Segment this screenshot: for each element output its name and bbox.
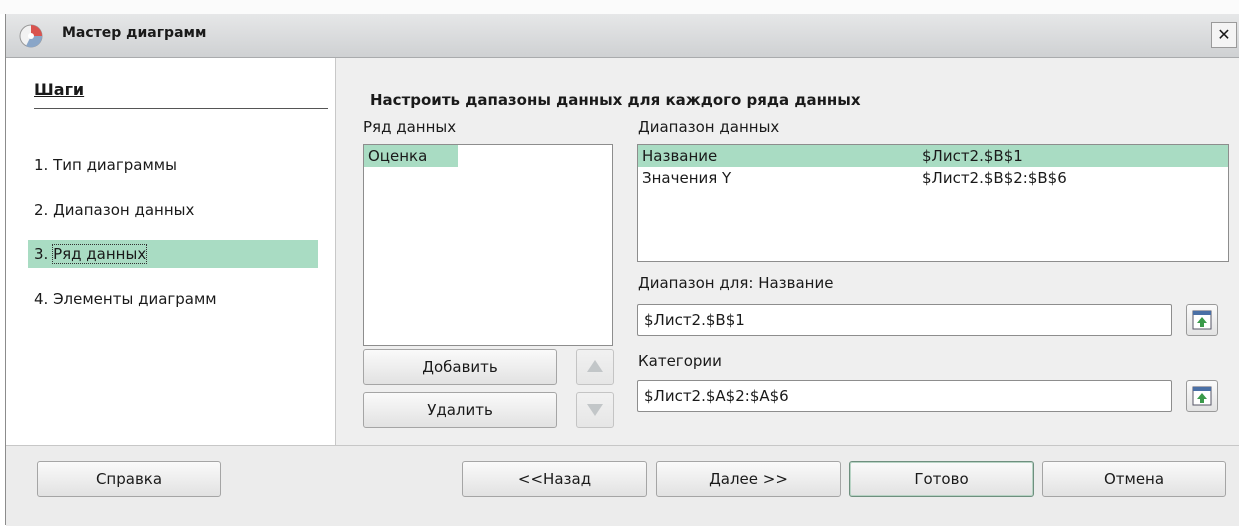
title-bar[interactable]: Мастер диаграмм ✕ [6,14,1239,58]
shrink-dialog-icon [1192,386,1212,406]
ranges-list[interactable]: Название $Лист2.$B$1 Значения Y $Лист2.$… [637,144,1229,262]
finish-button[interactable]: Готово [849,461,1034,497]
categories-select-button[interactable] [1186,380,1218,412]
ranges-label: Диапазон данных [638,118,780,136]
step-number: 3. [34,245,49,263]
close-icon[interactable]: ✕ [1211,22,1237,48]
chart-wizard-dialog: Мастер диаграмм ✕ Шаги 1. Тип диаграммы … [5,14,1239,526]
step-chart-elements[interactable]: 4. Элементы диаграмм [28,285,318,313]
back-button[interactable]: <<Назад [462,461,647,497]
help-button[interactable]: Справка [37,461,221,497]
steps-panel: Шаги 1. Тип диаграммы 2. Диапазон данных… [6,58,336,445]
range-value: $Лист2.$B$2:$B$6 [922,169,1067,187]
list-item[interactable]: Оценка [364,145,458,167]
steps-divider [34,108,328,109]
range-input[interactable]: $Лист2.$B$1 [637,304,1172,336]
series-list[interactable]: Оценка [363,144,613,346]
triangle-up-icon [587,360,603,372]
move-down-button[interactable] [576,392,614,428]
cancel-button[interactable]: Отмена [1042,461,1226,497]
steps-title: Шаги [34,80,85,99]
move-up-button[interactable] [576,349,614,385]
range-select-button[interactable] [1186,304,1218,336]
triangle-down-icon [587,404,603,416]
range-name: Название [642,147,718,165]
categories-input[interactable]: $Лист2.$A$2:$A$6 [637,380,1172,412]
step-chart-type[interactable]: 1. Тип диаграммы [28,151,318,179]
add-series-button[interactable]: Добавить [363,349,557,385]
next-button[interactable]: Далее >> [656,461,841,497]
remove-series-button[interactable]: Удалить [363,392,557,428]
table-row[interactable]: Значения Y $Лист2.$B$2:$B$6 [638,167,1228,189]
button-bar: Справка <<Назад Далее >> Готово Отмена [6,445,1239,526]
window-title: Мастер диаграмм [62,25,207,41]
step-data-series[interactable]: 3. Ряд данных [28,240,318,268]
series-label: Ряд данных [363,118,457,136]
app-icon [19,24,43,48]
shrink-dialog-icon [1192,310,1212,330]
categories-label: Категории [638,352,722,370]
table-row[interactable]: Название $Лист2.$B$1 [638,145,1228,167]
step-label: Ряд данных [52,244,148,264]
range-for-label: Диапазон для: Название [638,274,834,292]
page-title: Настроить дапазоны данных для каждого ря… [370,91,861,109]
range-value: $Лист2.$B$1 [922,147,1023,165]
step-data-range[interactable]: 2. Диапазон данных [28,196,318,224]
background-strip [0,0,1239,14]
range-name: Значения Y [642,169,732,187]
